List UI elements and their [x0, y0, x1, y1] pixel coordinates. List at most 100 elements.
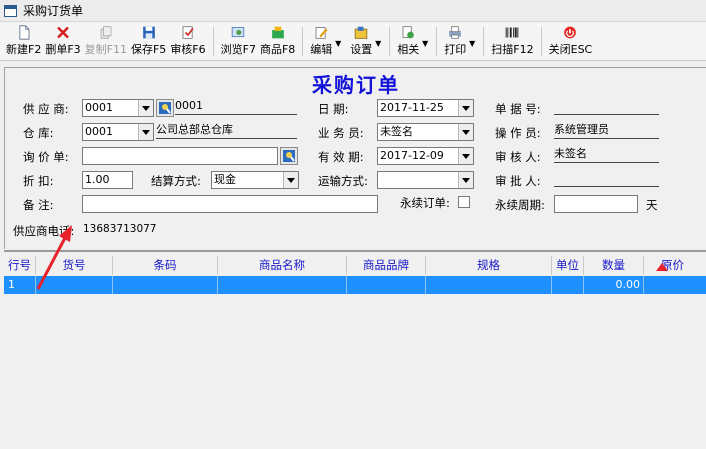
cell-unit[interactable] — [552, 276, 584, 294]
audit-button[interactable]: 审核F6 — [168, 23, 207, 60]
settings-menu[interactable]: 设置 ▼ — [348, 23, 381, 60]
supplier-lookup-button[interactable] — [156, 99, 174, 117]
inquiry-field[interactable] — [82, 147, 278, 165]
operator-label: 操 作 员: — [495, 126, 541, 140]
edit-menu[interactable]: 编辑 ▼ — [308, 23, 341, 60]
column-header-name[interactable]: 商品名称 — [218, 256, 347, 275]
save-button[interactable]: 保存F5 — [129, 23, 168, 60]
chevron-down-icon: ▼ — [422, 39, 429, 48]
inquiry-label: 询 价 单: — [23, 150, 69, 164]
approver-label: 审 批 人: — [495, 174, 541, 188]
new-doc-icon — [19, 25, 30, 40]
auditor-label: 审 核 人: — [495, 150, 541, 164]
warehouse-code-combo[interactable]: 0001 — [82, 123, 154, 141]
delete-button-label: 删单F3 — [45, 43, 81, 56]
supplier-code-combo[interactable]: 0001 — [82, 99, 154, 117]
print-menu-label: 打印 — [444, 43, 467, 56]
column-header-item-no[interactable]: 货号 — [36, 256, 113, 275]
shipping-combo[interactable] — [377, 171, 474, 189]
inquiry-lookup-button[interactable] — [280, 147, 298, 165]
edit-icon — [315, 27, 328, 39]
cell-item-no[interactable] — [36, 276, 113, 294]
close-button[interactable]: 关闭ESC — [547, 23, 595, 60]
cell-price[interactable] — [644, 276, 706, 294]
column-header-barcode[interactable]: 条码 — [113, 256, 218, 275]
validity-date-picker[interactable]: 2017-12-09 — [377, 147, 474, 165]
warehouse-code-value: 0001 — [85, 125, 113, 138]
column-header-qty[interactable]: 数量 — [584, 256, 644, 275]
chevron-down-icon[interactable] — [458, 172, 473, 188]
chevron-down-icon[interactable] — [458, 100, 473, 116]
remark-field[interactable] — [82, 195, 378, 213]
browse-button[interactable]: 浏览F7 — [219, 23, 258, 60]
search-icon — [159, 102, 171, 114]
warehouse-name: 公司总部总仓库 — [156, 121, 297, 139]
grid-header: 行号 货号 条码 商品名称 商品品牌 规格 单位 数量 原价 — [4, 256, 706, 275]
settlement-label: 结算方式: — [151, 174, 201, 188]
delete-button[interactable]: 删单F3 — [43, 23, 82, 60]
chevron-down-icon[interactable] — [458, 148, 473, 164]
column-header-spec[interactable]: 规格 — [426, 256, 552, 275]
column-header-unit[interactable]: 单位 — [552, 256, 584, 275]
discount-field[interactable]: 1.00 — [82, 171, 133, 189]
order-lines-grid: 行号 货号 条码 商品名称 商品品牌 规格 单位 数量 原价 1 0.00 — [4, 250, 706, 449]
search-icon — [283, 150, 295, 162]
page-title: 采购订单 — [312, 73, 400, 97]
toolbar-separator — [436, 27, 438, 56]
audit-button-label: 审核F6 — [170, 43, 206, 56]
settlement-combo[interactable]: 现金 — [211, 171, 299, 189]
column-header-brand[interactable]: 商品品牌 — [347, 256, 426, 275]
settlement-value: 现金 — [214, 173, 236, 186]
goods-button[interactable]: 商品F8 — [258, 23, 297, 60]
remark-label: 备 注: — [23, 198, 54, 212]
salesman-value: 未签名 — [380, 125, 413, 138]
salesman-combo[interactable]: 未签名 — [377, 123, 474, 141]
edit-menu-label: 编辑 — [310, 43, 333, 56]
new-button-label: 新建F2 — [6, 43, 42, 56]
save-icon — [142, 26, 155, 39]
cycle-field[interactable] — [554, 195, 638, 213]
doc-no-label: 单 据 号: — [495, 102, 541, 116]
related-icon — [402, 26, 415, 39]
barcode-icon — [506, 27, 519, 38]
goods-icon — [271, 26, 284, 39]
validity-label: 有 效 期: — [318, 150, 364, 164]
chevron-down-icon: ▼ — [469, 39, 476, 48]
supplier-phone-label: 供应商电话: — [13, 224, 75, 238]
cell-name[interactable] — [218, 276, 347, 294]
chevron-down-icon[interactable] — [138, 100, 153, 116]
toolbar-separator — [302, 27, 304, 56]
chevron-down-icon: ▼ — [335, 39, 342, 48]
chevron-down-icon[interactable] — [138, 124, 153, 140]
column-header-price[interactable]: 原价 — [644, 256, 706, 275]
copy-button[interactable]: 复制F11 — [83, 23, 129, 60]
permanent-order-checkbox[interactable] — [458, 196, 470, 208]
supplier-name: 0001 — [175, 97, 297, 115]
toolbar-separator — [483, 27, 485, 56]
date-value: 2017-11-25 — [380, 101, 444, 114]
scan-button-label: 扫描F12 — [491, 43, 534, 56]
toolbar-separator — [212, 27, 214, 56]
chevron-down-icon[interactable] — [283, 172, 298, 188]
cell-qty[interactable]: 0.00 — [584, 276, 644, 294]
supplier-label: 供 应 商: — [23, 102, 69, 116]
supplier-phone-value: 13683713077 — [83, 223, 157, 235]
cell-brand[interactable] — [347, 276, 426, 294]
warehouse-label: 仓 库: — [23, 126, 54, 140]
date-picker[interactable]: 2017-11-25 — [377, 99, 474, 117]
browse-button-label: 浏览F7 — [220, 43, 256, 56]
related-menu[interactable]: 相关 ▼ — [395, 23, 428, 60]
toolbar-separator — [540, 27, 542, 56]
new-button[interactable]: 新建F2 — [4, 23, 43, 60]
cell-spec[interactable] — [426, 276, 552, 294]
approver-value — [554, 169, 659, 187]
table-row[interactable]: 1 0.00 — [4, 276, 706, 294]
chevron-down-icon[interactable] — [458, 124, 473, 140]
cell-line[interactable]: 1 — [4, 276, 36, 294]
print-menu[interactable]: 打印 ▼ — [442, 23, 475, 60]
cell-barcode[interactable] — [113, 276, 218, 294]
date-label: 日 期: — [318, 102, 349, 116]
salesman-label: 业 务 员: — [318, 126, 364, 140]
column-header-line[interactable]: 行号 — [4, 256, 36, 275]
scan-button[interactable]: 扫描F12 — [489, 23, 535, 60]
